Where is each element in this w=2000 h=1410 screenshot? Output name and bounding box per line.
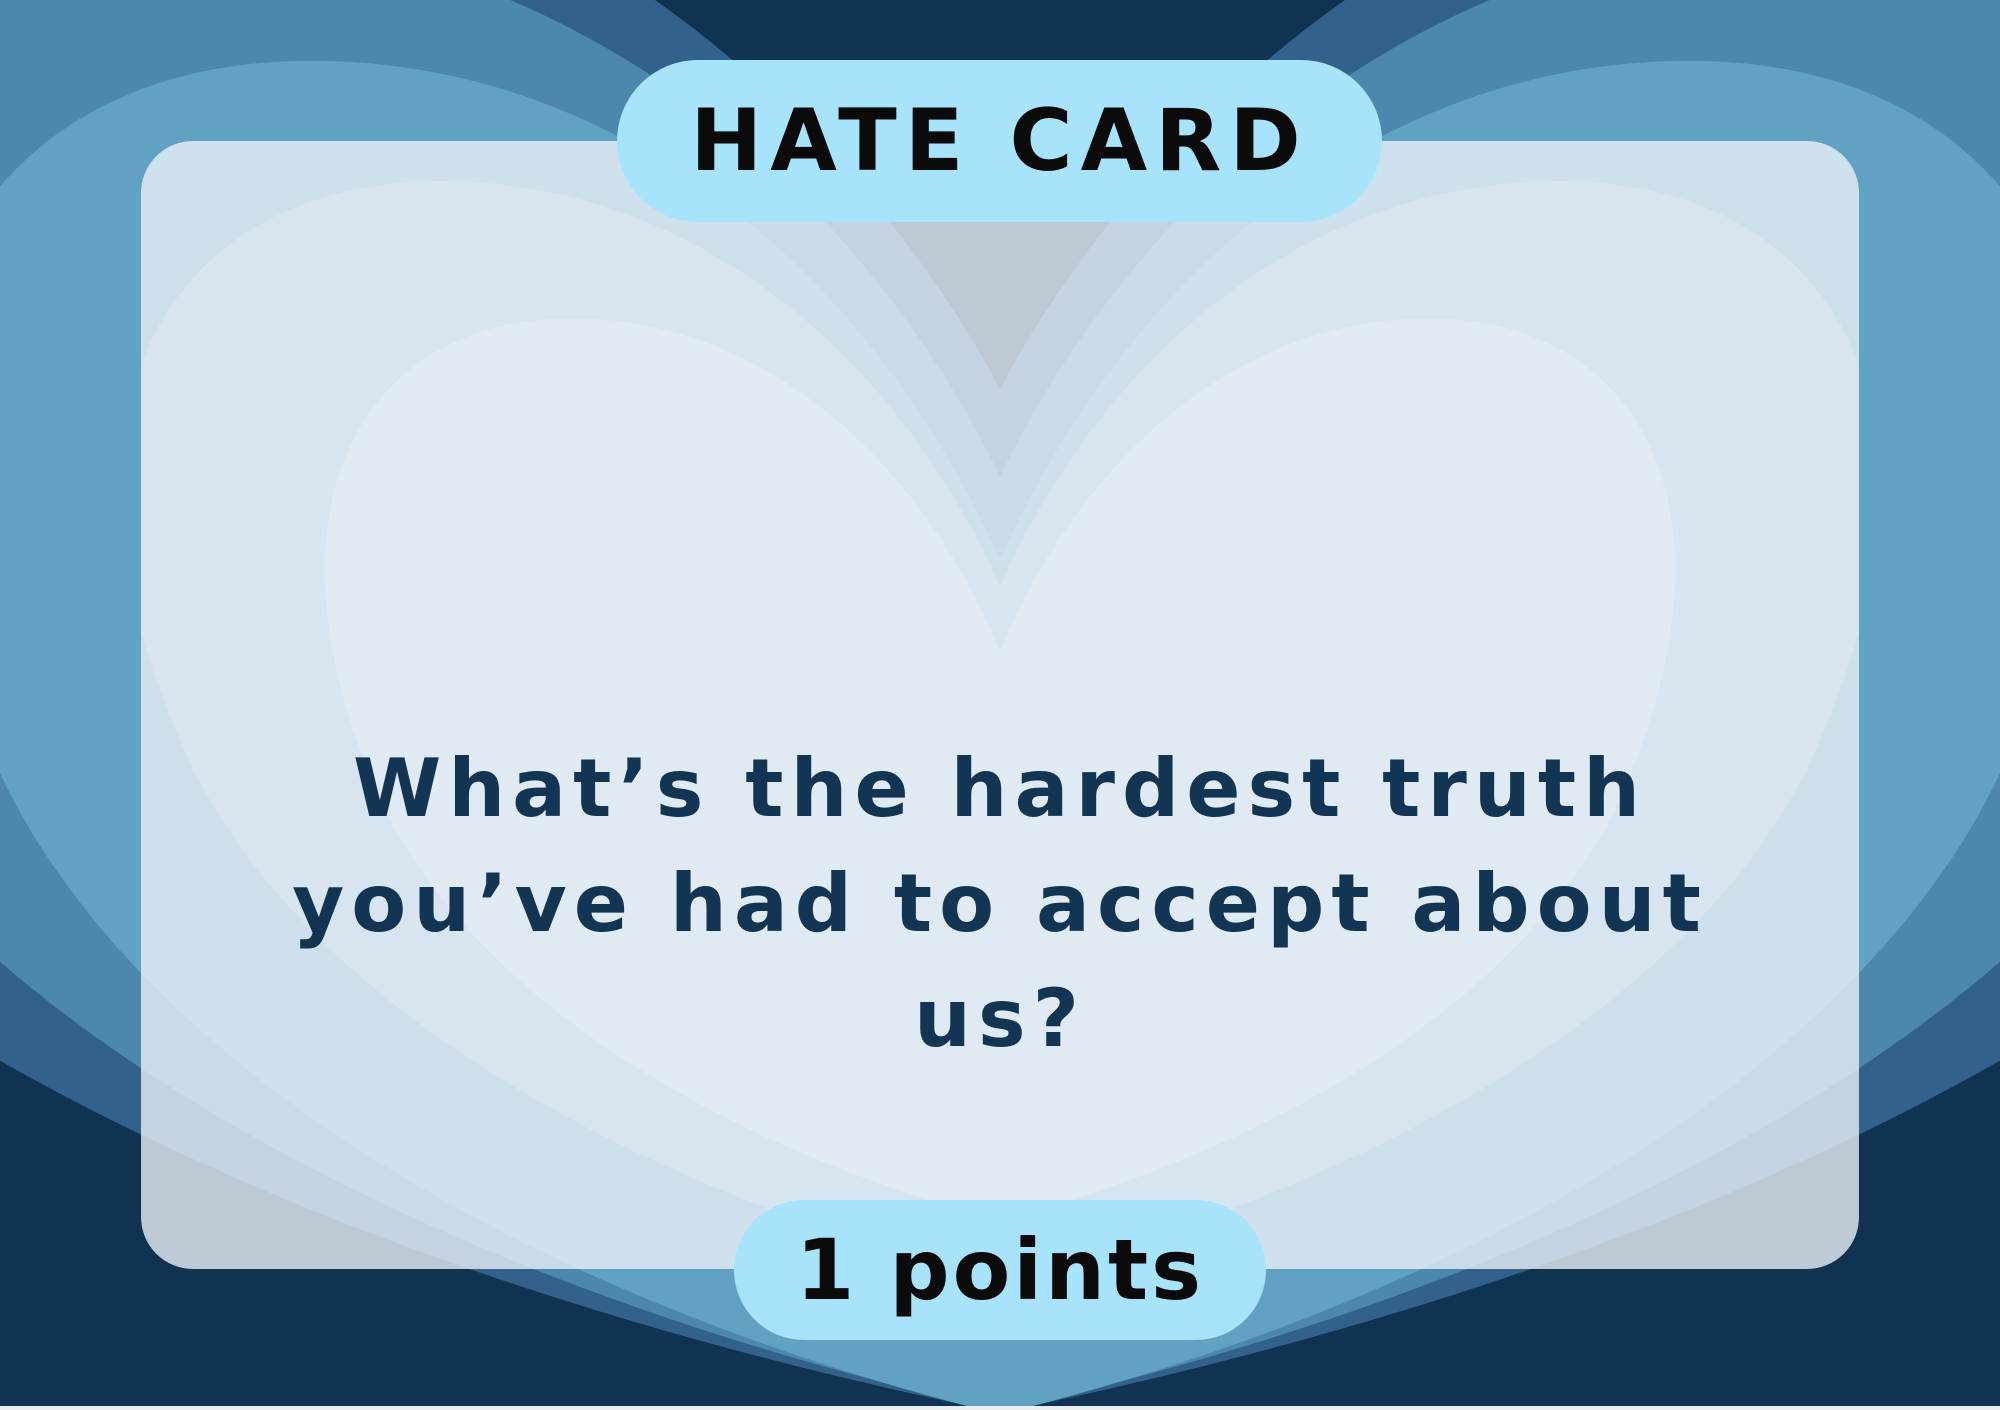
bottom-edge [0, 1406, 2000, 1410]
question-line-2: you’ve had to accept about us? [292, 857, 1708, 1065]
question-card-panel: What’s the hardest truth you’ve had to a… [141, 141, 1859, 1269]
question-text: What’s the hardest truth you’ve had to a… [201, 731, 1799, 1076]
question-line-1: What’s the hardest truth [352, 742, 1648, 835]
card-heart-glow-icon [141, 180, 1859, 1269]
game-card-screen: What’s the hardest truth you’ve had to a… [0, 0, 2000, 1410]
card-title: HATE CARD [690, 91, 1309, 191]
points-badge: 1 points [734, 1200, 1266, 1340]
card-title-badge: HATE CARD [617, 60, 1382, 222]
points-label: 1 points [795, 1221, 1205, 1319]
